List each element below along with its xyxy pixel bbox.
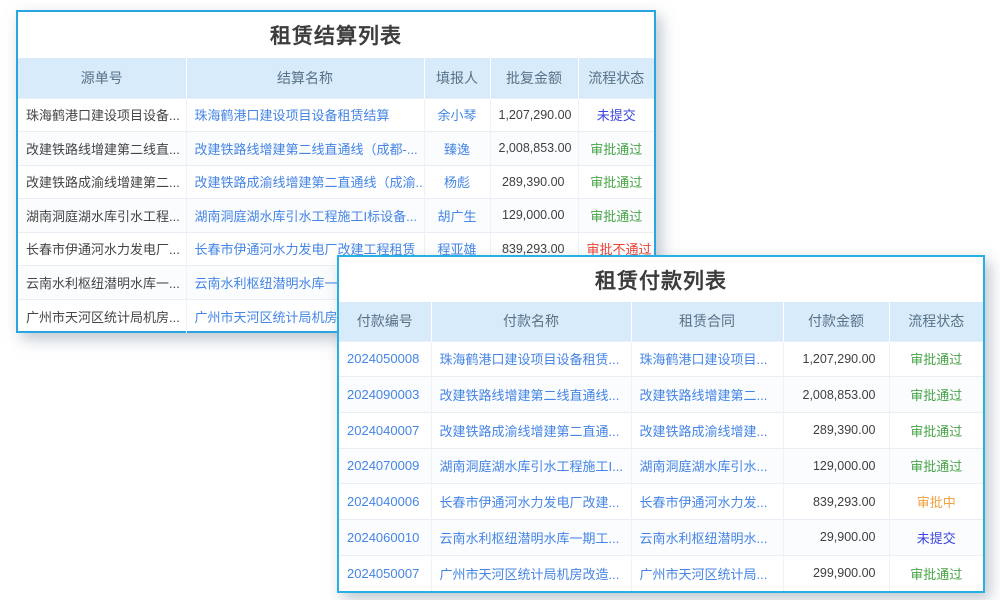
table-row: 2024050007广州市天河区统计局机房改造...广州市天河区统计局...29…	[339, 555, 983, 591]
payment-list-card: 租赁付款列表 付款编号 付款名称 租赁合同 付款金额 流程状态 20240500…	[337, 255, 985, 593]
reporter-link[interactable]: 杨彪	[424, 165, 490, 199]
reporter-link[interactable]: 臻逸	[424, 132, 490, 166]
lease-contract-link[interactable]: 湖南洞庭湖水库引水...	[631, 448, 783, 484]
col-header-source-no: 源单号	[18, 58, 186, 98]
payment-no-link[interactable]: 2024070009	[339, 448, 431, 484]
payment-name-link[interactable]: 广州市天河区统计局机房改造...	[431, 555, 631, 591]
col-header-payment-no: 付款编号	[339, 302, 431, 341]
payment-name-link[interactable]: 云南水利枢纽潜明水库一期工...	[431, 519, 631, 555]
table-row: 2024050008珠海鹤港口建设项目设备租赁...珠海鹤港口建设项目...1,…	[339, 341, 983, 377]
source-no-cell: 广州市天河区统计局机房...	[18, 299, 186, 333]
lease-contract-link[interactable]: 改建铁路线增建第二...	[631, 377, 783, 413]
lease-contract-link[interactable]: 云南水利枢纽潜明水...	[631, 519, 783, 555]
reporter-link[interactable]: 余小琴	[424, 98, 490, 132]
flow-status-badge: 未提交	[889, 519, 983, 555]
payment-no-link[interactable]: 2024090003	[339, 377, 431, 413]
source-no-cell: 长春市伊通河水力发电厂...	[18, 232, 186, 266]
flow-status-badge: 未提交	[578, 98, 654, 132]
col-header-payment-amount: 付款金额	[783, 302, 889, 341]
source-no-cell: 珠海鹤港口建设项目设备...	[18, 98, 186, 132]
settlement-list-title: 租赁结算列表	[18, 12, 654, 58]
table-row: 2024040006长春市伊通河水力发电厂改建...长春市伊通河水力发...83…	[339, 484, 983, 520]
lease-contract-link[interactable]: 珠海鹤港口建设项目...	[631, 341, 783, 377]
source-no-cell: 湖南洞庭湖水库引水工程...	[18, 199, 186, 233]
col-header-lease-contract: 租赁合同	[631, 302, 783, 341]
payment-name-link[interactable]: 改建铁路线增建第二线直通线...	[431, 377, 631, 413]
payment-name-link[interactable]: 长春市伊通河水力发电厂改建...	[431, 484, 631, 520]
table-row: 珠海鹤港口建设项目设备...珠海鹤港口建设项目设备租赁结算余小琴1,207,29…	[18, 98, 654, 132]
payment-name-link[interactable]: 湖南洞庭湖水库引水工程施工I...	[431, 448, 631, 484]
source-no-cell: 改建铁路成渝线增建第二...	[18, 165, 186, 199]
table-row: 2024060010云南水利枢纽潜明水库一期工...云南水利枢纽潜明水...29…	[339, 519, 983, 555]
flow-status-badge: 审批通过	[889, 448, 983, 484]
settlement-name-link[interactable]: 湖南洞庭湖水库引水工程施工I标设备...	[186, 199, 424, 233]
approved-amount-cell: 2,008,853.00	[490, 132, 578, 166]
payment-name-link[interactable]: 改建铁路成渝线增建第二直通...	[431, 412, 631, 448]
settlement-name-link[interactable]: 珠海鹤港口建设项目设备租赁结算	[186, 98, 424, 132]
payment-list-title: 租赁付款列表	[339, 257, 983, 302]
payment-table: 付款编号 付款名称 租赁合同 付款金额 流程状态 2024050008珠海鹤港口…	[339, 302, 983, 591]
payment-table-header: 付款编号 付款名称 租赁合同 付款金额 流程状态	[339, 302, 983, 341]
table-row: 2024090003改建铁路线增建第二线直通线...改建铁路线增建第二...2,…	[339, 377, 983, 413]
approved-amount-cell: 289,390.00	[490, 165, 578, 199]
flow-status-badge: 审批中	[889, 484, 983, 520]
col-header-flow-status: 流程状态	[889, 302, 983, 341]
payment-amount-cell: 2,008,853.00	[783, 377, 889, 413]
flow-status-badge: 审批通过	[889, 412, 983, 448]
col-header-approved-amount: 批复金额	[490, 58, 578, 98]
payment-name-link[interactable]: 珠海鹤港口建设项目设备租赁...	[431, 341, 631, 377]
lease-contract-link[interactable]: 改建铁路成渝线增建...	[631, 412, 783, 448]
flow-status-badge: 审批通过	[578, 132, 654, 166]
flow-status-badge: 审批通过	[578, 165, 654, 199]
col-header-settlement-name: 结算名称	[186, 58, 424, 98]
table-row: 改建铁路成渝线增建第二...改建铁路成渝线增建第二直通线（成渝...杨彪289,…	[18, 165, 654, 199]
payment-amount-cell: 839,293.00	[783, 484, 889, 520]
payment-amount-cell: 129,000.00	[783, 448, 889, 484]
table-row: 2024040007改建铁路成渝线增建第二直通...改建铁路成渝线增建...28…	[339, 412, 983, 448]
table-row: 湖南洞庭湖水库引水工程...湖南洞庭湖水库引水工程施工I标设备...胡广生129…	[18, 199, 654, 233]
col-header-reporter: 填报人	[424, 58, 490, 98]
col-header-payment-name: 付款名称	[431, 302, 631, 341]
table-row: 改建铁路线增建第二线直...改建铁路线增建第二线直通线（成都-...臻逸2,00…	[18, 132, 654, 166]
payment-amount-cell: 299,900.00	[783, 555, 889, 591]
payment-amount-cell: 29,900.00	[783, 519, 889, 555]
approved-amount-cell: 1,207,290.00	[490, 98, 578, 132]
flow-status-badge: 审批通过	[578, 199, 654, 233]
settlement-table-header: 源单号 结算名称 填报人 批复金额 流程状态	[18, 58, 654, 98]
settlement-name-link[interactable]: 改建铁路线增建第二线直通线（成都-...	[186, 132, 424, 166]
lease-contract-link[interactable]: 广州市天河区统计局...	[631, 555, 783, 591]
source-no-cell: 改建铁路线增建第二线直...	[18, 132, 186, 166]
payment-amount-cell: 1,207,290.00	[783, 341, 889, 377]
approved-amount-cell: 129,000.00	[490, 199, 578, 233]
settlement-name-link[interactable]: 改建铁路成渝线增建第二直通线（成渝...	[186, 165, 424, 199]
table-row: 2024070009湖南洞庭湖水库引水工程施工I...湖南洞庭湖水库引水...1…	[339, 448, 983, 484]
flow-status-badge: 审批通过	[889, 377, 983, 413]
payment-no-link[interactable]: 2024050007	[339, 555, 431, 591]
source-no-cell: 云南水利枢纽潜明水库一...	[18, 266, 186, 300]
reporter-link[interactable]: 胡广生	[424, 199, 490, 233]
payment-no-link[interactable]: 2024040006	[339, 484, 431, 520]
flow-status-badge: 审批通过	[889, 341, 983, 377]
payment-no-link[interactable]: 2024040007	[339, 412, 431, 448]
col-header-flow-status: 流程状态	[578, 58, 654, 98]
payment-no-link[interactable]: 2024060010	[339, 519, 431, 555]
payment-amount-cell: 289,390.00	[783, 412, 889, 448]
flow-status-badge: 审批通过	[889, 555, 983, 591]
payment-no-link[interactable]: 2024050008	[339, 341, 431, 377]
lease-contract-link[interactable]: 长春市伊通河水力发...	[631, 484, 783, 520]
